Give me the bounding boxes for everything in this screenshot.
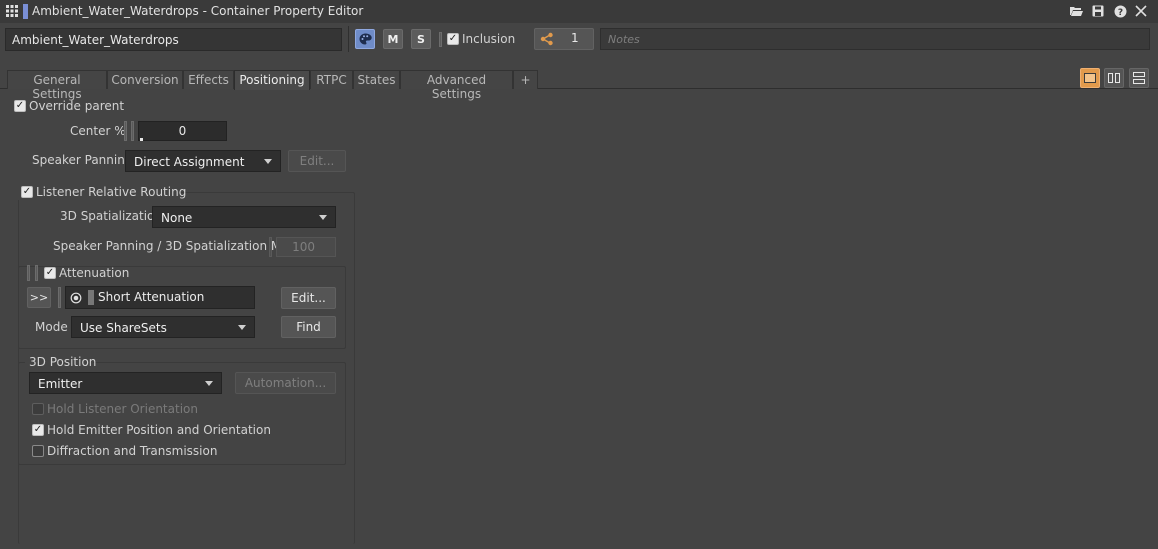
center-slider-indicator bbox=[140, 138, 143, 141]
spatialization-value: None bbox=[161, 211, 193, 225]
object-color-swatch bbox=[23, 4, 28, 19]
tab-rtpc[interactable]: RTPC bbox=[310, 70, 353, 89]
object-name-field[interactable]: Ambient_Water_Waterdrops bbox=[5, 28, 342, 51]
tab-conversion[interactable]: Conversion bbox=[107, 70, 183, 89]
tab-states[interactable]: States bbox=[353, 70, 400, 89]
attenuation-checkbox[interactable]: ✓ bbox=[44, 267, 56, 279]
mix-grip-icon bbox=[269, 237, 272, 257]
override-parent-label: Override parent bbox=[29, 99, 125, 113]
automation-button[interactable]: Automation... bbox=[235, 372, 336, 394]
chevron-down-icon bbox=[205, 381, 213, 386]
hold-emitter-label: Hold Emitter Position and Orientation bbox=[47, 423, 271, 437]
link-grip-icon[interactable] bbox=[439, 32, 442, 47]
position-group-label: 3D Position bbox=[29, 355, 97, 369]
help-icon[interactable]: ? bbox=[1112, 3, 1128, 19]
mix-slider: 100 bbox=[276, 237, 336, 257]
solo-button[interactable]: S bbox=[411, 29, 431, 49]
grid-menu-icon[interactable] bbox=[4, 3, 20, 19]
diffraction-checkbox[interactable] bbox=[32, 445, 44, 457]
folder-open-icon[interactable] bbox=[1068, 3, 1084, 19]
mute-button[interactable]: M bbox=[383, 29, 403, 49]
attenuation-shareset-field[interactable]: Short Attenuation bbox=[65, 286, 255, 309]
chevron-down-icon bbox=[264, 159, 272, 164]
hold-listener-label: Hold Listener Orientation bbox=[47, 402, 198, 416]
shareset-grip-icon[interactable] bbox=[58, 287, 61, 308]
title-bar: Ambient_Water_Waterdrops - Container Pro… bbox=[0, 0, 1158, 23]
position-value: Emitter bbox=[38, 377, 83, 391]
inclusion-checkbox[interactable]: ✓ bbox=[447, 33, 459, 45]
window-title: Ambient_Water_Waterdrops - Container Pro… bbox=[32, 4, 364, 18]
center-rtpc-grip-icon[interactable] bbox=[131, 121, 134, 141]
close-icon[interactable] bbox=[1133, 3, 1149, 19]
shareset-color-swatch bbox=[88, 290, 94, 305]
listener-routing-checkbox[interactable]: ✓ bbox=[21, 186, 33, 198]
speaker-panning-dropdown[interactable]: Direct Assignment bbox=[125, 150, 281, 172]
attenuation-shareset-name: Short Attenuation bbox=[98, 290, 205, 304]
attenuation-label: Attenuation bbox=[59, 266, 130, 280]
attenuation-edit-button[interactable]: Edit... bbox=[281, 287, 336, 309]
attenuation-expand-button[interactable]: >> bbox=[27, 287, 51, 308]
diffraction-label: Diffraction and Transmission bbox=[47, 444, 218, 458]
references-count: 1 bbox=[571, 31, 579, 45]
spatialization-label: 3D Spatialization bbox=[60, 209, 162, 223]
tab-effects[interactable]: Effects bbox=[183, 70, 234, 89]
tab-advanced-settings[interactable]: Advanced Settings bbox=[400, 70, 513, 101]
center-grip-icon[interactable] bbox=[124, 121, 127, 141]
center-label: Center % bbox=[70, 124, 126, 138]
svg-text:?: ? bbox=[1117, 8, 1122, 18]
center-slider[interactable]: 0 bbox=[138, 121, 227, 141]
tab-general-settings[interactable]: General Settings bbox=[7, 70, 107, 101]
mode-dropdown[interactable]: Use ShareSets bbox=[71, 316, 255, 338]
tab-positioning[interactable]: Positioning bbox=[234, 70, 310, 90]
spatialization-dropdown[interactable]: None bbox=[152, 206, 336, 228]
attenuation-rtpc-grip-icon[interactable] bbox=[35, 265, 38, 281]
single-pane-layout-icon[interactable] bbox=[1080, 68, 1100, 88]
attenuation-grip-icon[interactable] bbox=[27, 265, 30, 281]
palette-icon bbox=[359, 33, 372, 45]
mode-value: Use ShareSets bbox=[80, 321, 167, 335]
save-icon[interactable] bbox=[1090, 3, 1106, 19]
chevron-down-icon bbox=[319, 215, 327, 220]
shareset-icon bbox=[70, 292, 82, 304]
tab-add[interactable]: + bbox=[513, 70, 538, 89]
palette-button[interactable] bbox=[355, 29, 375, 49]
split-horizontal-layout-icon[interactable] bbox=[1129, 68, 1149, 88]
position-dropdown[interactable]: Emitter bbox=[29, 372, 222, 394]
references-button[interactable]: 1 bbox=[534, 28, 594, 50]
listener-routing-label: Listener Relative Routing bbox=[36, 185, 187, 199]
find-button[interactable]: Find bbox=[281, 316, 336, 338]
speaker-panning-edit-button[interactable]: Edit... bbox=[288, 150, 346, 172]
notes-field[interactable]: Notes bbox=[600, 28, 1150, 50]
mix-label: Speaker Panning / 3D Spatialization Mix bbox=[53, 239, 292, 253]
speaker-panning-value: Direct Assignment bbox=[134, 155, 245, 169]
share-icon bbox=[540, 32, 553, 46]
speaker-panning-label: Speaker Panning bbox=[32, 153, 133, 167]
override-parent-checkbox[interactable]: ✓ bbox=[14, 100, 26, 112]
hold-listener-checkbox bbox=[32, 403, 44, 415]
hold-emitter-checkbox[interactable]: ✓ bbox=[32, 424, 44, 436]
chevron-down-icon bbox=[238, 325, 246, 330]
mode-label: Mode bbox=[35, 320, 68, 334]
inclusion-label: Inclusion bbox=[462, 32, 516, 46]
split-vertical-layout-icon[interactable] bbox=[1104, 68, 1124, 88]
separator bbox=[348, 26, 349, 52]
